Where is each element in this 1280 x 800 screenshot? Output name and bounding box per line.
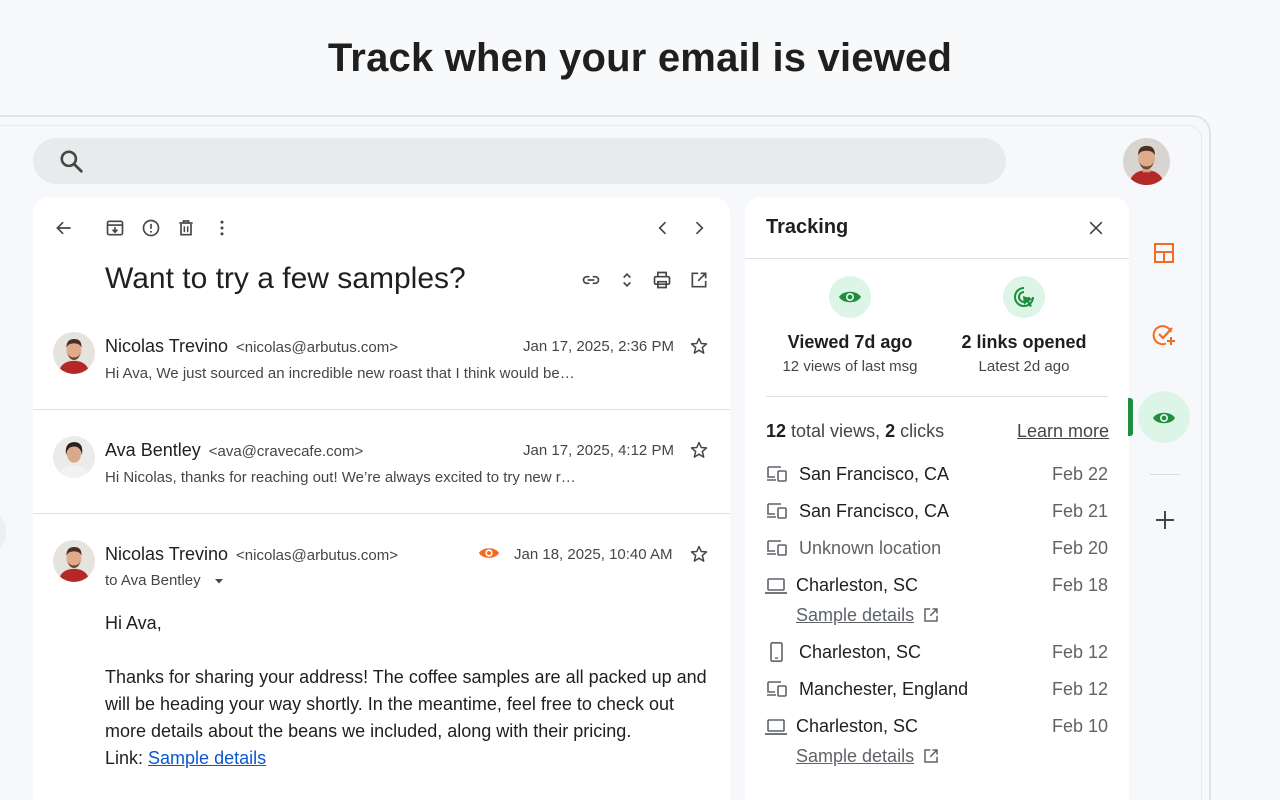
archive-icon[interactable]: [105, 218, 125, 238]
view-location: Manchester, England: [799, 679, 969, 699]
message-body: Hi Ava, Thanks for sharing your address!…: [105, 610, 715, 772]
search-icon[interactable]: [58, 148, 84, 174]
view-location: San Francisco, CA: [799, 501, 950, 521]
eye-icon[interactable]: [1152, 406, 1176, 430]
search-input[interactable]: [33, 138, 1006, 184]
more-vert-icon[interactable]: [212, 218, 232, 238]
message-date: Jan 17, 2025, 2:36 PM: [523, 338, 674, 355]
sender-email: <nicolas@arbutus.com>: [236, 547, 399, 564]
add-icon[interactable]: [1153, 508, 1177, 532]
links-stat-subtitle: Latest 2d ago: [978, 358, 1070, 375]
desktop-tablet-icon: [767, 681, 787, 697]
avatar: [53, 540, 95, 582]
divider: [745, 258, 1129, 259]
recipients[interactable]: to Ava Bentley: [105, 572, 225, 589]
close-icon[interactable]: [1086, 218, 1106, 238]
click-icon: [1014, 287, 1034, 307]
clicks-count: 2: [885, 421, 896, 441]
print-icon[interactable]: [652, 270, 672, 290]
link-icon[interactable]: [581, 270, 601, 290]
view-location: Charleston, SC: [796, 716, 919, 736]
viewed-stat-title: Viewed 7d ago: [787, 332, 913, 352]
chevron-down-icon[interactable]: [213, 576, 225, 586]
page-headline: Track when your email is viewed: [327, 36, 953, 80]
view-location: Charleston, SC: [796, 575, 919, 595]
back-arrow-icon[interactable]: [54, 218, 74, 238]
sample-details-link[interactable]: Sample details: [796, 746, 914, 767]
task-add-icon[interactable]: [1152, 323, 1176, 347]
view-date: Feb 21: [1051, 501, 1108, 521]
open-in-new-icon[interactable]: [922, 606, 940, 624]
desktop-tablet-icon: [767, 466, 787, 482]
clicks-label: clicks: [895, 421, 945, 441]
link-prefix: Link:: [105, 748, 149, 768]
divider: [766, 396, 1108, 397]
view-date: Feb 12: [1051, 642, 1108, 662]
view-date: Feb 20: [1051, 538, 1108, 558]
links-stat-title: 2 links opened: [961, 332, 1087, 352]
report-spam-icon[interactable]: [141, 218, 161, 238]
open-new-window-icon[interactable]: [689, 270, 709, 290]
message-snippet: Hi Nicolas, thanks for reaching out! We’…: [105, 469, 576, 486]
rail-active-indicator: [1128, 398, 1133, 436]
phone-icon: [770, 642, 783, 662]
view-date: Feb 12: [1051, 679, 1108, 699]
avatar: [53, 436, 95, 478]
sender-name: Nicolas Trevino: [105, 336, 229, 356]
views-summary: 12 total views, 2 clicks: [766, 421, 944, 442]
sender-email: <ava@cravecafe.com>: [208, 443, 364, 460]
learn-more-link[interactable]: Learn more: [1017, 421, 1109, 442]
desktop-tablet-icon: [767, 540, 787, 556]
prev-icon[interactable]: [653, 218, 673, 238]
tracking-panel: [745, 197, 1129, 800]
recipient-text: to Ava Bentley: [105, 572, 201, 589]
desktop-tablet-icon: [767, 503, 787, 519]
message-snippet: Hi Ava, We just sourced an incredible ne…: [105, 365, 575, 382]
layout-icon[interactable]: [1152, 241, 1176, 265]
view-location: Charleston, SC: [799, 642, 922, 662]
view-date: Feb 18: [1051, 575, 1108, 595]
views-label: total views,: [786, 421, 886, 441]
tracking-eye-icon[interactable]: [478, 543, 500, 563]
sample-details-link[interactable]: Sample details: [148, 748, 266, 768]
email-subject: Want to try a few samples?: [105, 262, 466, 295]
divider: [33, 513, 730, 514]
sender-name: Nicolas Trevino: [105, 544, 229, 564]
star-icon[interactable]: [689, 544, 709, 564]
message-date: Jan 17, 2025, 4:12 PM: [523, 442, 674, 459]
star-icon[interactable]: [689, 440, 709, 460]
message-date: Jan 18, 2025, 10:40 AM: [514, 546, 673, 563]
avatar: [53, 332, 95, 374]
view-location: Unknown location: [799, 538, 942, 558]
sample-details-link[interactable]: Sample details: [796, 605, 914, 626]
next-icon[interactable]: [689, 218, 709, 238]
divider: [33, 409, 730, 410]
links-stat-badge: [1003, 276, 1045, 318]
eye-icon: [839, 291, 861, 303]
account-avatar[interactable]: [1123, 138, 1170, 185]
viewed-stat-badge: [829, 276, 871, 318]
view-date: Feb 22: [1051, 464, 1108, 484]
view-date: Feb 10: [1051, 716, 1108, 736]
sender-name: Ava Bentley: [105, 440, 201, 460]
views-count: 12: [766, 421, 787, 441]
viewed-stat-subtitle: 12 views of last msg: [782, 358, 918, 375]
laptop-icon: [765, 578, 787, 594]
open-in-new-icon[interactable]: [922, 747, 940, 765]
sender-email: <nicolas@arbutus.com>: [236, 339, 399, 356]
delete-icon[interactable]: [176, 218, 196, 238]
expand-icon[interactable]: [617, 270, 637, 290]
divider: [1150, 474, 1180, 475]
tracking-title: Tracking: [766, 216, 849, 238]
star-icon[interactable]: [689, 336, 709, 356]
view-location: San Francisco, CA: [799, 464, 950, 484]
message-paragraph: Thanks for sharing your address! The cof…: [105, 667, 707, 741]
message-greeting: Hi Ava,: [105, 613, 162, 633]
laptop-icon: [765, 719, 787, 735]
